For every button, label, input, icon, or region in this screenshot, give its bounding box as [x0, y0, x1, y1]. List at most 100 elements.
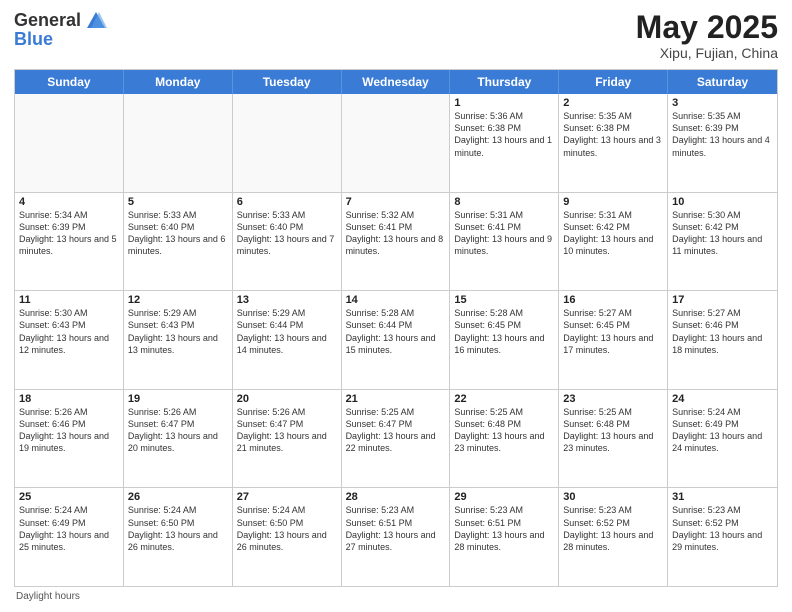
day-info: Sunrise: 5:32 AM Sunset: 6:41 PM Dayligh…: [346, 209, 446, 258]
day-number: 4: [19, 196, 119, 208]
day-number: 26: [128, 491, 228, 503]
day-info: Sunrise: 5:29 AM Sunset: 6:44 PM Dayligh…: [237, 307, 337, 356]
day-info: Sunrise: 5:27 AM Sunset: 6:46 PM Dayligh…: [672, 307, 773, 356]
calendar-cell: 24Sunrise: 5:24 AM Sunset: 6:49 PM Dayli…: [668, 390, 777, 488]
day-info: Sunrise: 5:33 AM Sunset: 6:40 PM Dayligh…: [237, 209, 337, 258]
day-number: 23: [563, 393, 663, 405]
day-number: 29: [454, 491, 554, 503]
calendar-cell: 3Sunrise: 5:35 AM Sunset: 6:39 PM Daylig…: [668, 94, 777, 192]
calendar-cell: 11Sunrise: 5:30 AM Sunset: 6:43 PM Dayli…: [15, 291, 124, 389]
day-info: Sunrise: 5:34 AM Sunset: 6:39 PM Dayligh…: [19, 209, 119, 258]
day-number: 30: [563, 491, 663, 503]
title-block: May 2025 Xipu, Fujian, China: [636, 10, 778, 61]
day-number: 7: [346, 196, 446, 208]
day-number: 24: [672, 393, 773, 405]
day-number: 25: [19, 491, 119, 503]
calendar-cell: 15Sunrise: 5:28 AM Sunset: 6:45 PM Dayli…: [450, 291, 559, 389]
calendar-cell: 4Sunrise: 5:34 AM Sunset: 6:39 PM Daylig…: [15, 193, 124, 291]
day-info: Sunrise: 5:31 AM Sunset: 6:41 PM Dayligh…: [454, 209, 554, 258]
weekday-header-thursday: Thursday: [450, 70, 559, 94]
day-info: Sunrise: 5:23 AM Sunset: 6:52 PM Dayligh…: [672, 504, 773, 553]
weekday-header-tuesday: Tuesday: [233, 70, 342, 94]
day-info: Sunrise: 5:33 AM Sunset: 6:40 PM Dayligh…: [128, 209, 228, 258]
day-info: Sunrise: 5:35 AM Sunset: 6:38 PM Dayligh…: [563, 110, 663, 159]
month-title: May 2025: [636, 10, 778, 45]
logo-general-text: General: [14, 11, 81, 31]
day-number: 14: [346, 294, 446, 306]
header: General Blue May 2025 Xipu, Fujian, Chin…: [14, 10, 778, 61]
calendar-body: 1Sunrise: 5:36 AM Sunset: 6:38 PM Daylig…: [15, 94, 777, 586]
calendar-cell: [15, 94, 124, 192]
day-info: Sunrise: 5:28 AM Sunset: 6:44 PM Dayligh…: [346, 307, 446, 356]
day-number: 12: [128, 294, 228, 306]
day-info: Sunrise: 5:25 AM Sunset: 6:48 PM Dayligh…: [563, 406, 663, 455]
day-number: 19: [128, 393, 228, 405]
day-number: 2: [563, 97, 663, 109]
calendar-cell: 25Sunrise: 5:24 AM Sunset: 6:49 PM Dayli…: [15, 488, 124, 586]
day-number: 18: [19, 393, 119, 405]
day-number: 3: [672, 97, 773, 109]
day-info: Sunrise: 5:23 AM Sunset: 6:51 PM Dayligh…: [346, 504, 446, 553]
day-number: 31: [672, 491, 773, 503]
calendar-cell: 1Sunrise: 5:36 AM Sunset: 6:38 PM Daylig…: [450, 94, 559, 192]
calendar-cell: 27Sunrise: 5:24 AM Sunset: 6:50 PM Dayli…: [233, 488, 342, 586]
calendar-row-4: 25Sunrise: 5:24 AM Sunset: 6:49 PM Dayli…: [15, 487, 777, 586]
calendar-row-2: 11Sunrise: 5:30 AM Sunset: 6:43 PM Dayli…: [15, 290, 777, 389]
day-info: Sunrise: 5:25 AM Sunset: 6:48 PM Dayligh…: [454, 406, 554, 455]
day-number: 17: [672, 294, 773, 306]
day-info: Sunrise: 5:28 AM Sunset: 6:45 PM Dayligh…: [454, 307, 554, 356]
day-number: 5: [128, 196, 228, 208]
calendar-header-row: SundayMondayTuesdayWednesdayThursdayFrid…: [15, 70, 777, 94]
day-info: Sunrise: 5:23 AM Sunset: 6:52 PM Dayligh…: [563, 504, 663, 553]
calendar-cell: 7Sunrise: 5:32 AM Sunset: 6:41 PM Daylig…: [342, 193, 451, 291]
day-info: Sunrise: 5:26 AM Sunset: 6:47 PM Dayligh…: [237, 406, 337, 455]
page: General Blue May 2025 Xipu, Fujian, Chin…: [0, 0, 792, 612]
calendar-cell: 30Sunrise: 5:23 AM Sunset: 6:52 PM Dayli…: [559, 488, 668, 586]
calendar-cell: 13Sunrise: 5:29 AM Sunset: 6:44 PM Dayli…: [233, 291, 342, 389]
calendar-cell: 29Sunrise: 5:23 AM Sunset: 6:51 PM Dayli…: [450, 488, 559, 586]
day-number: 13: [237, 294, 337, 306]
calendar-row-0: 1Sunrise: 5:36 AM Sunset: 6:38 PM Daylig…: [15, 94, 777, 192]
calendar-cell: 2Sunrise: 5:35 AM Sunset: 6:38 PM Daylig…: [559, 94, 668, 192]
day-number: 11: [19, 294, 119, 306]
day-info: Sunrise: 5:29 AM Sunset: 6:43 PM Dayligh…: [128, 307, 228, 356]
day-number: 8: [454, 196, 554, 208]
calendar-cell: 9Sunrise: 5:31 AM Sunset: 6:42 PM Daylig…: [559, 193, 668, 291]
day-number: 10: [672, 196, 773, 208]
weekday-header-sunday: Sunday: [15, 70, 124, 94]
calendar-cell: [342, 94, 451, 192]
logo-icon: [85, 10, 107, 32]
day-info: Sunrise: 5:24 AM Sunset: 6:50 PM Dayligh…: [128, 504, 228, 553]
calendar-cell: 21Sunrise: 5:25 AM Sunset: 6:47 PM Dayli…: [342, 390, 451, 488]
calendar-row-1: 4Sunrise: 5:34 AM Sunset: 6:39 PM Daylig…: [15, 192, 777, 291]
weekday-header-monday: Monday: [124, 70, 233, 94]
day-number: 21: [346, 393, 446, 405]
footer-note: Daylight hours: [14, 591, 778, 602]
day-number: 16: [563, 294, 663, 306]
calendar-cell: 17Sunrise: 5:27 AM Sunset: 6:46 PM Dayli…: [668, 291, 777, 389]
calendar-cell: 6Sunrise: 5:33 AM Sunset: 6:40 PM Daylig…: [233, 193, 342, 291]
day-number: 15: [454, 294, 554, 306]
day-number: 22: [454, 393, 554, 405]
day-info: Sunrise: 5:25 AM Sunset: 6:47 PM Dayligh…: [346, 406, 446, 455]
day-info: Sunrise: 5:30 AM Sunset: 6:43 PM Dayligh…: [19, 307, 119, 356]
calendar-cell: [233, 94, 342, 192]
day-info: Sunrise: 5:23 AM Sunset: 6:51 PM Dayligh…: [454, 504, 554, 553]
calendar-cell: 8Sunrise: 5:31 AM Sunset: 6:41 PM Daylig…: [450, 193, 559, 291]
calendar-cell: 12Sunrise: 5:29 AM Sunset: 6:43 PM Dayli…: [124, 291, 233, 389]
day-info: Sunrise: 5:24 AM Sunset: 6:49 PM Dayligh…: [672, 406, 773, 455]
calendar-cell: 19Sunrise: 5:26 AM Sunset: 6:47 PM Dayli…: [124, 390, 233, 488]
day-number: 1: [454, 97, 554, 109]
calendar-cell: 31Sunrise: 5:23 AM Sunset: 6:52 PM Dayli…: [668, 488, 777, 586]
day-info: Sunrise: 5:24 AM Sunset: 6:50 PM Dayligh…: [237, 504, 337, 553]
day-info: Sunrise: 5:26 AM Sunset: 6:47 PM Dayligh…: [128, 406, 228, 455]
weekday-header-friday: Friday: [559, 70, 668, 94]
day-info: Sunrise: 5:36 AM Sunset: 6:38 PM Dayligh…: [454, 110, 554, 159]
day-info: Sunrise: 5:30 AM Sunset: 6:42 PM Dayligh…: [672, 209, 773, 258]
calendar-row-3: 18Sunrise: 5:26 AM Sunset: 6:46 PM Dayli…: [15, 389, 777, 488]
calendar: SundayMondayTuesdayWednesdayThursdayFrid…: [14, 69, 778, 587]
day-info: Sunrise: 5:31 AM Sunset: 6:42 PM Dayligh…: [563, 209, 663, 258]
calendar-cell: 26Sunrise: 5:24 AM Sunset: 6:50 PM Dayli…: [124, 488, 233, 586]
weekday-header-saturday: Saturday: [668, 70, 777, 94]
calendar-cell: 22Sunrise: 5:25 AM Sunset: 6:48 PM Dayli…: [450, 390, 559, 488]
